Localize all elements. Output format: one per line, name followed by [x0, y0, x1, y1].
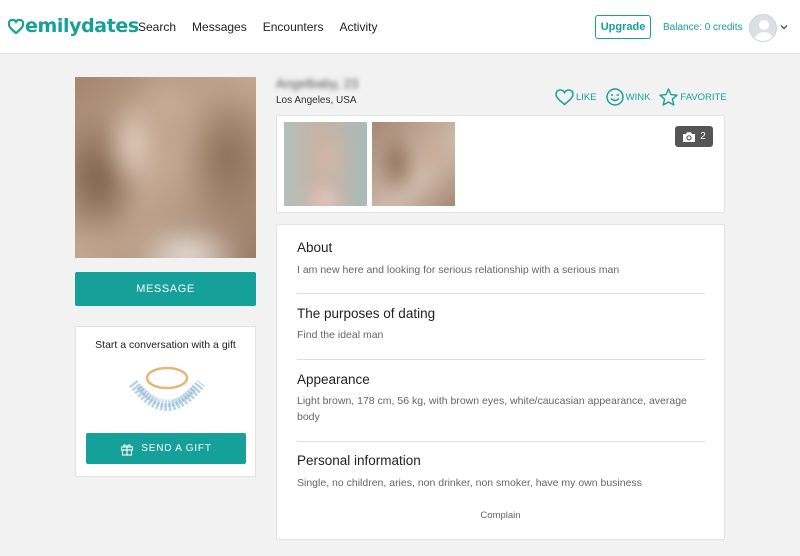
nav-search[interactable]: Search [138, 20, 176, 34]
top-header: emilydates Search Messages Encounters Ac… [0, 0, 800, 54]
profile-main-photo[interactable] [75, 77, 256, 258]
personal-info-text: Single, no children, aries, non drinker,… [297, 477, 642, 489]
gift-icon [121, 443, 134, 456]
nav-messages[interactable]: Messages [192, 20, 247, 34]
profile-actions: LIKE WINK FAVORITE [555, 88, 736, 106]
complain-link[interactable]: Complain [277, 510, 724, 521]
gift-title: Start a conversation with a gift [95, 339, 236, 351]
divider [297, 359, 705, 360]
nav-activity[interactable]: Activity [339, 20, 377, 34]
photo-thumbnail[interactable] [372, 122, 455, 206]
appearance-title: Appearance [297, 372, 370, 387]
favorite-button[interactable]: FAVORITE [659, 88, 727, 106]
upgrade-button[interactable]: Upgrade [595, 15, 651, 39]
wink-label: WINK [625, 91, 651, 103]
like-label: LIKE [576, 91, 597, 103]
send-gift-button[interactable]: SEND A GIFT [86, 433, 246, 464]
necklace-gift-image [128, 366, 206, 411]
purposes-text: Find the ideal man [297, 329, 384, 341]
nav-encounters[interactable]: Encounters [263, 20, 324, 34]
photo-count-value: 2 [700, 131, 706, 142]
camera-icon [683, 131, 696, 142]
photo-count-badge[interactable]: 2 [675, 126, 713, 147]
main-nav: Search Messages Encounters Activity [138, 20, 393, 34]
message-button[interactable]: MESSAGE [75, 272, 256, 306]
chevron-down-icon[interactable] [780, 23, 788, 31]
photo-thumbnail[interactable] [284, 122, 367, 206]
appearance-text: Light brown, 178 cm, 56 kg, with brown e… [297, 395, 687, 423]
like-button[interactable]: LIKE [555, 88, 597, 106]
purposes-title: The purposes of dating [297, 306, 436, 321]
heart-icon [555, 88, 574, 105]
credit-balance[interactable]: Balance: 0 credits [663, 22, 743, 33]
site-logo[interactable]: emilydates [8, 13, 139, 39]
photo-gallery-card: 2 [276, 115, 725, 213]
heart-logo-icon [8, 18, 24, 34]
send-gift-label: SEND A GIFT [141, 443, 212, 454]
logo-text: emilydates [25, 15, 139, 37]
user-location: Los Angeles, USA [276, 95, 357, 106]
about-title: About [297, 240, 333, 255]
wink-smiley-icon [605, 88, 624, 106]
gift-card: Start a conversation with a gift SEND A … [75, 326, 256, 477]
favorite-label: FAVORITE [680, 91, 727, 103]
user-avatar[interactable] [749, 14, 777, 42]
personal-info-title: Personal information [297, 453, 421, 468]
wink-button[interactable]: WINK [605, 88, 651, 106]
star-icon [659, 88, 679, 106]
divider [297, 293, 705, 294]
user-name-blurred: Angelbaby, 23 [276, 76, 359, 91]
about-text: I am new here and looking for serious re… [297, 264, 620, 276]
divider [297, 441, 705, 442]
profile-info-card: About I am new here and looking for seri… [276, 224, 725, 540]
